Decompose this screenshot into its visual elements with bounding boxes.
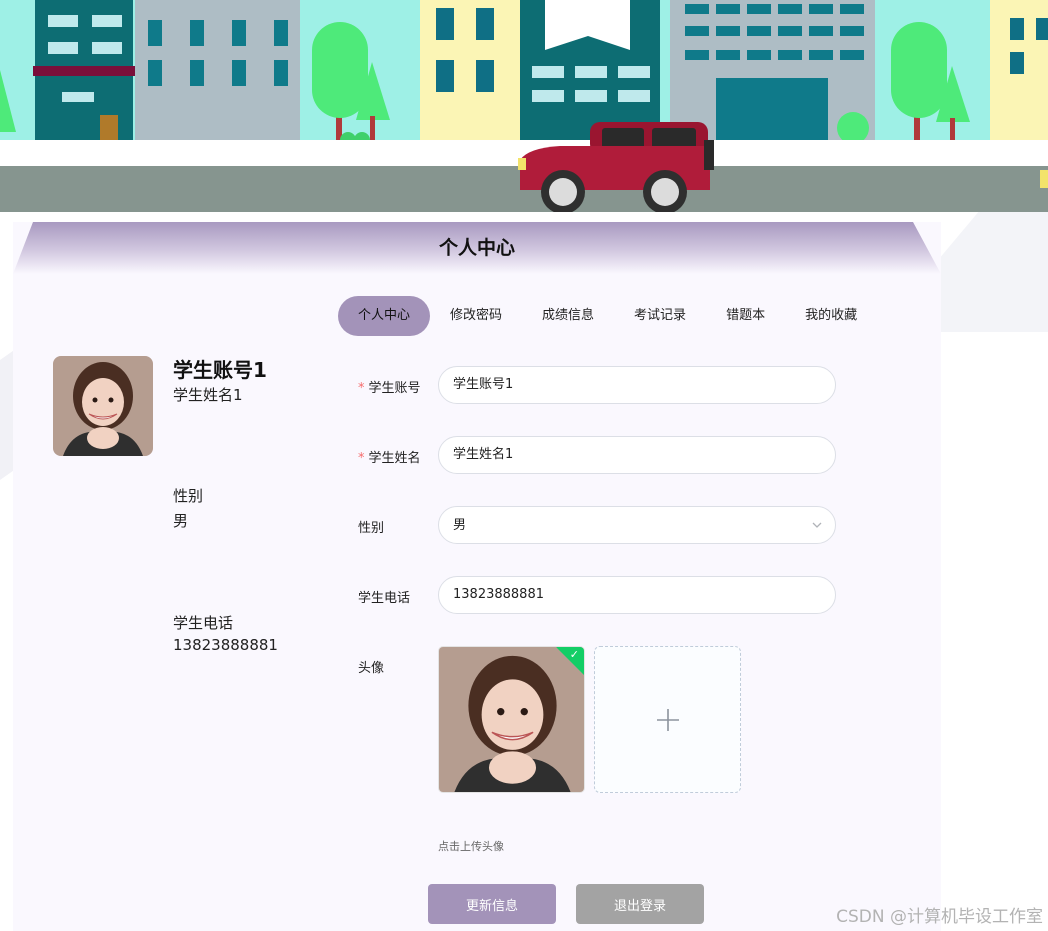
info-phone-label: 学生电话: [173, 614, 234, 632]
account-input[interactable]: [438, 366, 836, 404]
avatar-label: 头像: [358, 661, 385, 676]
required-mark: *: [358, 381, 365, 396]
info-gender-label: 性别: [173, 487, 204, 505]
city-illustration: [0, 0, 1048, 212]
plus-icon: [656, 708, 679, 731]
gender-label: 性别: [358, 521, 385, 536]
upload-hint: 点击上传头像: [438, 840, 504, 853]
name-input[interactable]: [438, 436, 836, 474]
tab-profile[interactable]: 个人中心: [338, 296, 431, 336]
chevron-down-icon: [812, 522, 822, 528]
header-banner: [0, 0, 1048, 212]
info-account: 学生账号1: [173, 358, 267, 382]
watermark: CSDN @计算机毕设工作室: [836, 907, 1043, 927]
tab-change-password[interactable]: 修改密码: [430, 296, 522, 336]
account-label: * 学生账号: [358, 381, 421, 396]
panel-header: 个人中心: [13, 222, 941, 274]
avatar-upload-button[interactable]: [594, 646, 741, 793]
info-gender-value: 男: [173, 512, 189, 530]
avatar: [53, 356, 153, 456]
tab-favorites[interactable]: 我的收藏: [785, 296, 877, 336]
avatar-preview[interactable]: ✓: [438, 646, 585, 793]
logout-button[interactable]: 退出登录: [576, 884, 704, 924]
gender-select[interactable]: 男: [438, 506, 836, 544]
page-title: 个人中心: [438, 236, 515, 259]
tab-bar: 个人中心 修改密码 成绩信息 考试记录 错题本 我的收藏: [338, 296, 877, 336]
tab-scores[interactable]: 成绩信息: [522, 296, 614, 336]
phone-label: 学生电话: [358, 591, 411, 606]
avatar-preview-image: [439, 647, 584, 792]
avatar-image: [53, 356, 153, 456]
tab-exam-records[interactable]: 考试记录: [614, 296, 706, 336]
gender-select-value: 男: [453, 518, 467, 533]
tab-wrong-questions[interactable]: 错题本: [706, 296, 785, 336]
required-mark: *: [358, 451, 365, 466]
info-phone-value: 13823888881: [173, 636, 278, 654]
check-icon: ✓: [569, 648, 579, 661]
phone-input[interactable]: [438, 576, 836, 614]
name-label: * 学生姓名: [358, 451, 421, 466]
update-info-button[interactable]: 更新信息: [428, 884, 556, 924]
info-name: 学生姓名1: [173, 386, 243, 404]
profile-panel: 个人中心 个人中心 修改密码 成绩信息 考试记录 错题本 我的收藏 学生账号1 …: [13, 222, 941, 931]
